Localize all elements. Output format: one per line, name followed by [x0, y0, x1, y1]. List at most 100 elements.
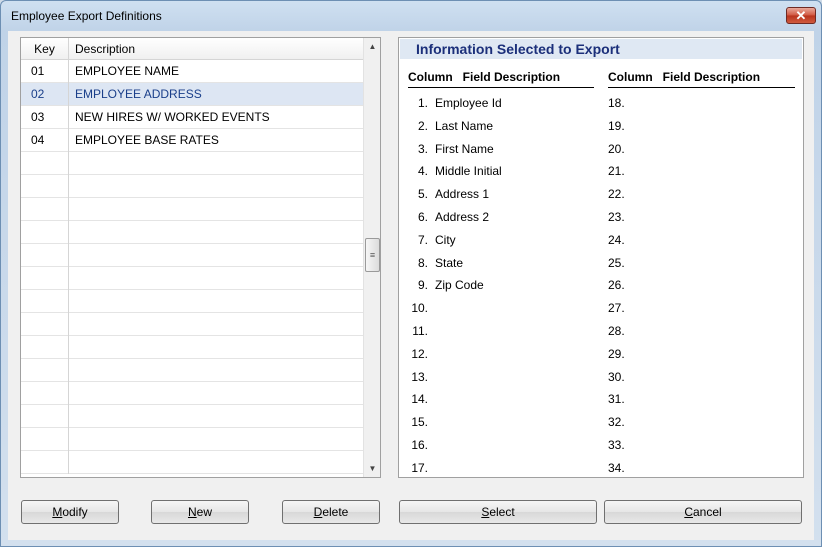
row-key	[21, 336, 69, 359]
field-description-label: Field Description	[662, 70, 761, 84]
field-column-number: 15.	[411, 415, 428, 430]
field-row: 25.	[608, 252, 795, 275]
field-column-number: 1.	[417, 96, 428, 110]
table-row[interactable]: 02 EMPLOYEE ADDRESS	[21, 83, 363, 106]
field-column-number: 13.	[411, 369, 428, 384]
select-button[interactable]: Select	[399, 500, 597, 524]
row-description: NEW HIRES W/ WORKED EVENTS	[75, 110, 270, 124]
column-header-description[interactable]: Description	[75, 38, 135, 60]
field-row: 11.	[408, 320, 594, 343]
empty-table-row[interactable]	[21, 152, 363, 175]
field-column-number: 26.	[608, 278, 625, 293]
column-header-right: Column Field Description	[608, 70, 795, 88]
empty-table-row[interactable]	[21, 267, 363, 290]
table-row[interactable]: 03 NEW HIRES W/ WORKED EVENTS	[21, 106, 363, 129]
button-label: ancel	[692, 505, 722, 519]
field-row: 21.	[608, 160, 795, 183]
field-description-label: Field Description	[462, 70, 561, 84]
title-bar[interactable]: Employee Export Definitions ✕	[1, 1, 821, 31]
field-row: 9. Zip Code	[408, 274, 594, 297]
delete-button[interactable]: Delete	[282, 500, 380, 524]
row-key	[21, 290, 69, 313]
field-column-number: 17.	[411, 460, 428, 475]
field-name: Address 2	[435, 209, 490, 224]
field-column-number: 28.	[608, 323, 625, 338]
field-row: 20.	[608, 138, 795, 161]
field-column-number: 21.	[608, 164, 625, 179]
new-button[interactable]: New	[151, 500, 249, 524]
field-column-number: 30.	[608, 369, 625, 384]
empty-table-row[interactable]	[21, 244, 363, 267]
close-icon[interactable]: ✕	[786, 7, 816, 24]
empty-table-row[interactable]	[21, 359, 363, 382]
field-row: 29.	[608, 343, 795, 366]
empty-table-row[interactable]	[21, 290, 363, 313]
field-row: 14.	[408, 388, 594, 411]
field-row: 15.	[408, 411, 594, 434]
row-key	[21, 221, 69, 244]
cancel-button[interactable]: Cancel	[604, 500, 802, 524]
row-key	[21, 451, 69, 474]
field-row: 26.	[608, 274, 795, 297]
table-row[interactable]: 01 EMPLOYEE NAME	[21, 60, 363, 83]
row-key: 02	[21, 83, 69, 106]
scroll-down-icon[interactable]: ▼	[364, 460, 380, 477]
field-row: 16.	[408, 434, 594, 457]
row-key	[21, 313, 69, 336]
grid-header: Key Description	[21, 38, 363, 60]
field-row: 6. Address 2	[408, 206, 594, 229]
field-column-number: 23.	[608, 209, 625, 224]
button-label: ew	[196, 505, 212, 519]
empty-table-row[interactable]	[21, 336, 363, 359]
empty-table-row[interactable]	[21, 428, 363, 451]
scroll-up-icon[interactable]: ▲	[364, 38, 380, 55]
mnemonic: C	[684, 505, 693, 519]
row-description: EMPLOYEE NAME	[75, 64, 180, 78]
field-row: 23.	[608, 206, 795, 229]
field-column-number: 8.	[417, 255, 428, 270]
row-key	[21, 152, 69, 175]
table-row[interactable]: 04 EMPLOYEE BASE RATES	[21, 129, 363, 152]
row-key: 04	[21, 129, 69, 152]
empty-table-row[interactable]	[21, 198, 363, 221]
field-row: 2. Last Name	[408, 115, 594, 138]
field-column-number: 31.	[608, 392, 625, 407]
vertical-scrollbar[interactable]: ▲ ≡ ▼	[363, 38, 380, 477]
row-key	[21, 244, 69, 267]
field-row: 24.	[608, 229, 795, 252]
field-column-number: 9.	[417, 278, 428, 293]
empty-table-row[interactable]	[21, 175, 363, 198]
column-label: Column	[608, 70, 653, 84]
field-column-number: 34.	[608, 460, 625, 475]
field-column-number: 20.	[608, 141, 625, 156]
field-column-number: 25.	[608, 255, 625, 270]
scroll-thumb[interactable]: ≡	[365, 238, 380, 272]
field-row: 30.	[608, 366, 795, 389]
field-row: 27.	[608, 297, 795, 320]
field-row: 1. Employee Id	[408, 92, 594, 115]
empty-table-row[interactable]	[21, 313, 363, 336]
dialog-body: Key Description 01 EMPLOYEE NAME 02 EMPLOYE…	[8, 31, 814, 540]
row-key	[21, 175, 69, 198]
mnemonic: M	[52, 505, 63, 519]
button-label: elect	[489, 505, 515, 519]
empty-table-row[interactable]	[21, 382, 363, 405]
field-column-number: 29.	[608, 346, 625, 361]
field-row: 18.	[608, 92, 795, 115]
field-column-number: 10.	[411, 301, 428, 316]
empty-table-row[interactable]	[21, 405, 363, 428]
modify-button[interactable]: Modify	[21, 500, 119, 524]
definitions-grid[interactable]: Key Description 01 EMPLOYEE NAME 02 EMPLOYE…	[20, 37, 381, 478]
empty-table-row[interactable]	[21, 221, 363, 244]
row-key	[21, 382, 69, 405]
column-header-key[interactable]: Key	[21, 38, 69, 60]
mnemonic: N	[187, 505, 197, 519]
field-row: 5. Address 1	[408, 183, 594, 206]
field-row: 10.	[408, 297, 594, 320]
field-column-number: 14.	[411, 392, 428, 407]
field-column-number: 2.	[417, 118, 428, 133]
export-info-panel: Information Selected to Export Column Fie…	[398, 37, 804, 478]
empty-table-row[interactable]	[21, 451, 363, 474]
field-column-number: 16.	[411, 437, 428, 452]
field-name: Zip Code	[435, 278, 484, 293]
